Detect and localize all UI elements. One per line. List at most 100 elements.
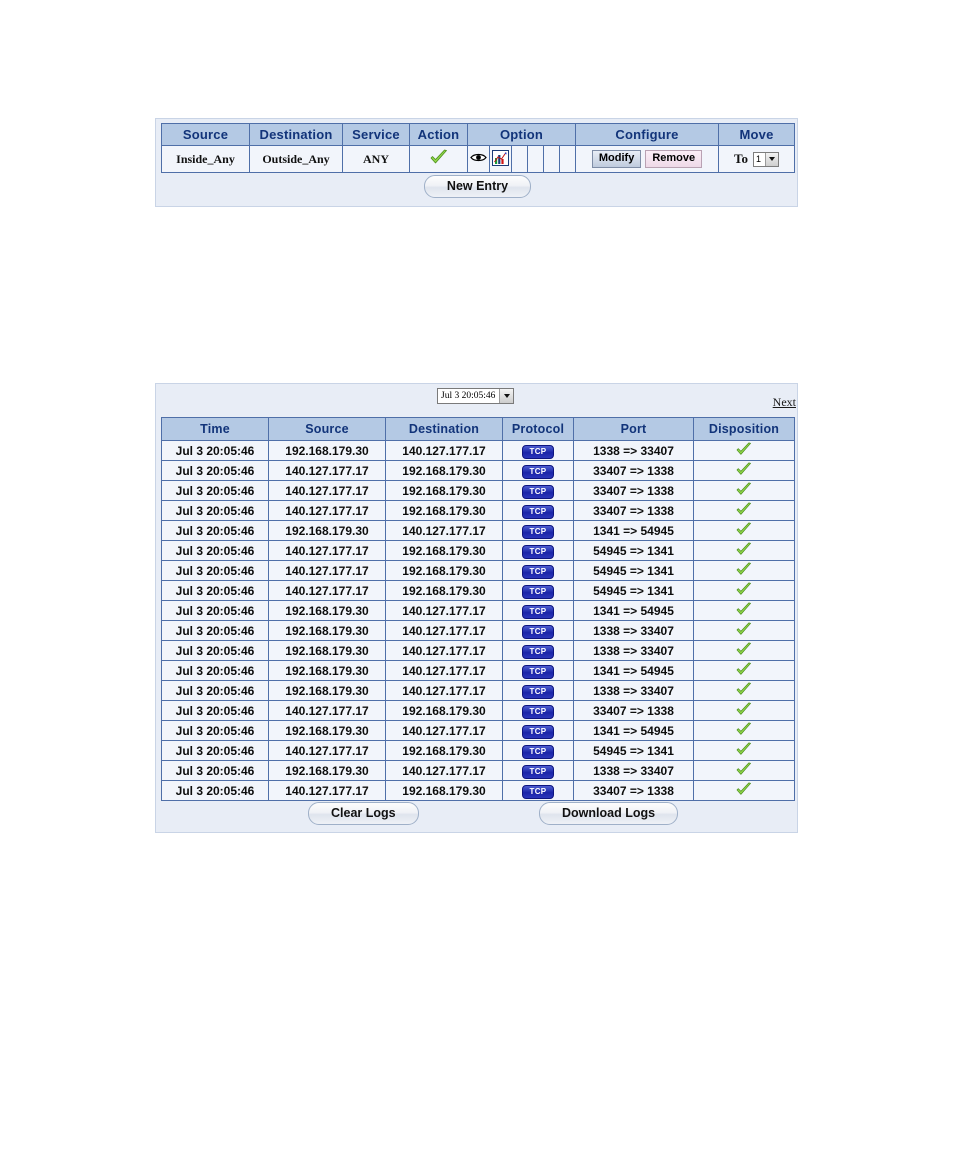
rule-option-cell-6[interactable] <box>558 145 577 173</box>
log-cell-disposition <box>693 680 795 701</box>
log-cell-source: 192.168.179.30 <box>268 660 386 681</box>
log-cell-disposition <box>693 580 795 601</box>
logs-actions-bar: Clear Logs Download Logs <box>156 802 799 826</box>
rule-option-cell-3[interactable] <box>511 145 528 173</box>
green-check-icon <box>735 662 753 677</box>
green-check-icon <box>735 562 753 577</box>
log-cell-time: Jul 3 20:05:46 <box>161 520 269 541</box>
firewall-rules-table: Source Destination Service Action Option… <box>161 123 796 173</box>
log-cell-protocol: TCP <box>502 740 574 761</box>
log-cell-destination: 140.127.177.17 <box>385 620 503 641</box>
log-cell-source: 192.168.179.30 <box>268 600 386 621</box>
log-cell-time: Jul 3 20:05:46 <box>161 500 269 521</box>
green-check-icon <box>735 442 753 457</box>
log-date-select[interactable]: Jul 3 20:05:46 <box>437 388 515 404</box>
log-cell-destination: 192.168.179.30 <box>385 460 503 481</box>
move-position-value: 1 <box>756 153 762 164</box>
log-cell-destination: 140.127.177.17 <box>385 660 503 681</box>
log-table-row: Jul 3 20:05:46 192.168.179.30 140.127.177.… <box>161 520 795 541</box>
green-check-icon <box>735 722 753 737</box>
modify-button[interactable]: Modify <box>591 150 642 168</box>
log-table-row: Jul 3 20:05:46 140.127.177.17 192.168.179.… <box>161 500 795 521</box>
protocol-badge: TCP <box>521 624 555 639</box>
green-check-icon <box>735 782 753 797</box>
log-cell-port: 1341 => 54945 <box>573 660 694 681</box>
chevron-down-icon <box>765 152 778 166</box>
protocol-badge: TCP <box>521 444 555 459</box>
chevron-down-icon <box>499 389 514 403</box>
log-cell-time: Jul 3 20:05:46 <box>161 720 269 741</box>
log-cell-port: 1338 => 33407 <box>573 620 694 641</box>
firewall-rules-panel: Source Destination Service Action Option… <box>155 118 798 207</box>
green-check-icon <box>735 762 753 777</box>
remove-button[interactable]: Remove <box>645 150 703 168</box>
log-cell-disposition <box>693 560 795 581</box>
log-table-row: Jul 3 20:05:46 140.127.177.17 192.168.179.… <box>161 740 795 761</box>
green-check-icon <box>735 682 753 697</box>
log-table-row: Jul 3 20:05:46 140.127.177.17 192.168.179.… <box>161 480 795 501</box>
log-table-row: Jul 3 20:05:46 192.168.179.30 140.127.177.… <box>161 760 795 781</box>
protocol-badge: TCP <box>521 524 555 539</box>
log-table-row: Jul 3 20:05:46 192.168.179.30 140.127.177.… <box>161 620 795 641</box>
log-cell-time: Jul 3 20:05:46 <box>161 540 269 561</box>
protocol-badge: TCP <box>521 464 555 479</box>
download-logs-button[interactable]: Download Logs <box>539 802 679 825</box>
protocol-badge: TCP <box>521 604 555 619</box>
log-cell-port: 1338 => 33407 <box>573 640 694 661</box>
log-cell-destination: 192.168.179.30 <box>385 480 503 501</box>
new-entry-button[interactable]: New Entry <box>423 175 532 198</box>
rule-option-statistics-cell[interactable] <box>489 145 512 173</box>
protocol-badge: TCP <box>521 644 555 659</box>
log-cell-time: Jul 3 20:05:46 <box>161 440 269 461</box>
log-cell-source: 140.127.177.17 <box>268 580 386 601</box>
protocol-badge: TCP <box>521 544 555 559</box>
log-cell-port: 33407 => 1338 <box>573 700 694 721</box>
log-cell-disposition <box>693 600 795 621</box>
clear-logs-button[interactable]: Clear Logs <box>308 802 419 825</box>
log-cell-time: Jul 3 20:05:46 <box>161 560 269 581</box>
log-cell-source: 192.168.179.30 <box>268 620 386 641</box>
log-cell-source: 192.168.179.30 <box>268 680 386 701</box>
log-cell-destination: 140.127.177.17 <box>385 640 503 661</box>
green-check-icon <box>735 642 753 657</box>
logs-table-body: Jul 3 20:05:46 192.168.179.30 140.127.177.… <box>161 440 795 801</box>
logs-toolbar: Jul 3 20:05:46 Next <box>156 388 799 410</box>
log-cell-destination: 140.127.177.17 <box>385 600 503 621</box>
rule-option-cell-5[interactable] <box>543 145 560 173</box>
green-check-icon <box>735 622 753 637</box>
log-cell-port: 54945 => 1341 <box>573 580 694 601</box>
rule-option-cell-4[interactable] <box>527 145 544 173</box>
logs-header-port: Port <box>573 417 694 441</box>
log-cell-port: 54945 => 1341 <box>573 740 694 761</box>
next-page-link[interactable]: Next <box>773 395 796 410</box>
log-cell-time: Jul 3 20:05:46 <box>161 760 269 781</box>
log-cell-source: 140.127.177.17 <box>268 780 386 801</box>
log-table-row: Jul 3 20:05:46 192.168.179.30 140.127.177.… <box>161 440 795 461</box>
green-check-icon <box>429 149 449 166</box>
log-cell-protocol: TCP <box>502 780 574 801</box>
protocol-badge: TCP <box>521 584 555 599</box>
move-position-select[interactable]: 1 <box>753 151 779 167</box>
log-cell-disposition <box>693 480 795 501</box>
eye-icon <box>470 152 487 163</box>
logs-header-source: Source <box>268 417 386 441</box>
log-cell-disposition <box>693 520 795 541</box>
protocol-badge: TCP <box>521 764 555 779</box>
rule-option-log-cell[interactable] <box>467 145 490 173</box>
log-table-row: Jul 3 20:05:46 192.168.179.30 140.127.177.… <box>161 720 795 741</box>
log-cell-protocol: TCP <box>502 440 574 461</box>
logs-header-destination: Destination <box>385 417 503 441</box>
rules-table-row: Inside_Any Outside_Any ANY Modify Remove… <box>161 145 796 173</box>
log-cell-destination: 192.168.179.30 <box>385 500 503 521</box>
log-cell-time: Jul 3 20:05:46 <box>161 740 269 761</box>
green-check-icon <box>735 462 753 477</box>
log-cell-protocol: TCP <box>502 520 574 541</box>
log-table-row: Jul 3 20:05:46 192.168.179.30 140.127.177.… <box>161 640 795 661</box>
log-cell-protocol: TCP <box>502 700 574 721</box>
log-cell-port: 33407 => 1338 <box>573 500 694 521</box>
log-cell-source: 140.127.177.17 <box>268 560 386 581</box>
log-cell-disposition <box>693 700 795 721</box>
log-cell-time: Jul 3 20:05:46 <box>161 620 269 641</box>
protocol-badge: TCP <box>521 484 555 499</box>
logs-header-protocol: Protocol <box>502 417 574 441</box>
